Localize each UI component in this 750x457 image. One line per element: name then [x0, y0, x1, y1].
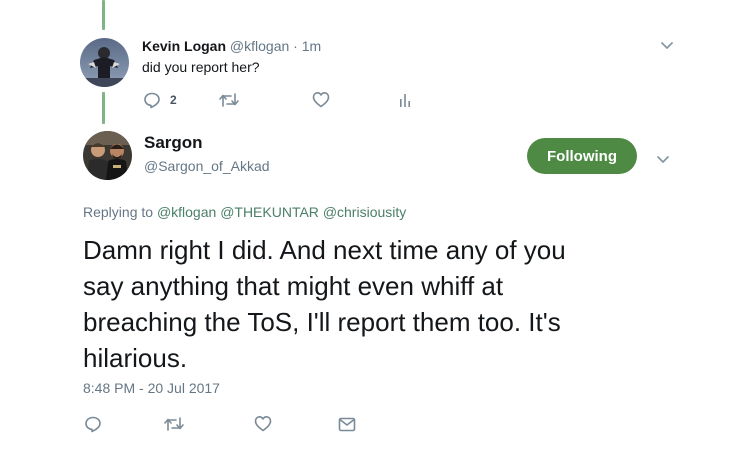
tweet-text-line: hilarious. — [83, 343, 188, 373]
chevron-down-icon — [661, 42, 673, 49]
main-tweet-dm-button[interactable] — [338, 417, 356, 432]
thread-line-middle — [102, 92, 105, 124]
tweet-text-line: say anything that might even whiff at — [83, 271, 504, 301]
reply-tweet-like-button[interactable] — [312, 91, 330, 108]
retweet-icon — [164, 417, 184, 431]
main-tweet-text: Damn right I did. And next time any of y… — [83, 232, 566, 376]
retweet-icon — [219, 93, 239, 107]
reply-tweet-analytics-button[interactable] — [398, 92, 412, 108]
reply-tweet-retweet-button[interactable] — [218, 92, 240, 108]
chevron-down-icon — [657, 156, 669, 163]
kevin-logan-handle[interactable]: @kflogan — [230, 38, 289, 54]
main-tweet-reply-button[interactable] — [84, 415, 102, 433]
reply-tweet-time[interactable]: 1m — [302, 38, 321, 54]
replying-to-prefix: Replying to — [83, 204, 154, 220]
header-separator: · — [293, 38, 298, 54]
heart-icon — [254, 416, 272, 432]
sargon-display-name[interactable]: Sargon — [144, 133, 203, 153]
reply-tweet-text: did you report her? — [142, 59, 260, 75]
heart-icon — [312, 92, 330, 108]
reply-tweet-header: Kevin Logan @kflogan · 1m — [142, 38, 321, 54]
reply-icon — [85, 416, 101, 433]
reply-count: 2 — [170, 93, 177, 107]
thread-line-top — [102, 0, 105, 30]
main-tweet-like-button[interactable] — [254, 415, 272, 432]
replying-to-mention[interactable]: @THEKUNTAR — [220, 204, 319, 220]
kevin-logan-display-name[interactable]: Kevin Logan — [142, 38, 226, 54]
replying-to-line: Replying to @kflogan @THEKUNTAR @chrisio… — [83, 204, 406, 220]
tweet-text-line: breaching the ToS, I'll report them too.… — [83, 307, 561, 337]
reply-tweet-reply-button[interactable]: 2 — [143, 91, 177, 109]
tweet-timestamp[interactable]: 8:48 PM - 20 Jul 2017 — [83, 380, 220, 396]
replying-to-mention[interactable]: @chrisiousity — [323, 204, 406, 220]
following-button[interactable]: Following — [527, 138, 637, 174]
tweet-text-line: Damn right I did. And next time any of y… — [83, 235, 566, 265]
kevin-logan-avatar[interactable] — [80, 38, 129, 87]
reply-tweet-menu-chevron[interactable] — [660, 38, 674, 56]
main-tweet-retweet-button[interactable] — [163, 416, 185, 432]
replying-to-mention[interactable]: @kflogan — [157, 204, 216, 220]
reply-icon — [144, 92, 160, 109]
analytics-icon — [400, 94, 410, 107]
sargon-handle[interactable]: @Sargon_of_Akkad — [144, 158, 270, 174]
envelope-icon — [338, 417, 356, 432]
main-tweet-menu-chevron[interactable] — [656, 152, 670, 170]
sargon-avatar[interactable] — [83, 131, 132, 180]
